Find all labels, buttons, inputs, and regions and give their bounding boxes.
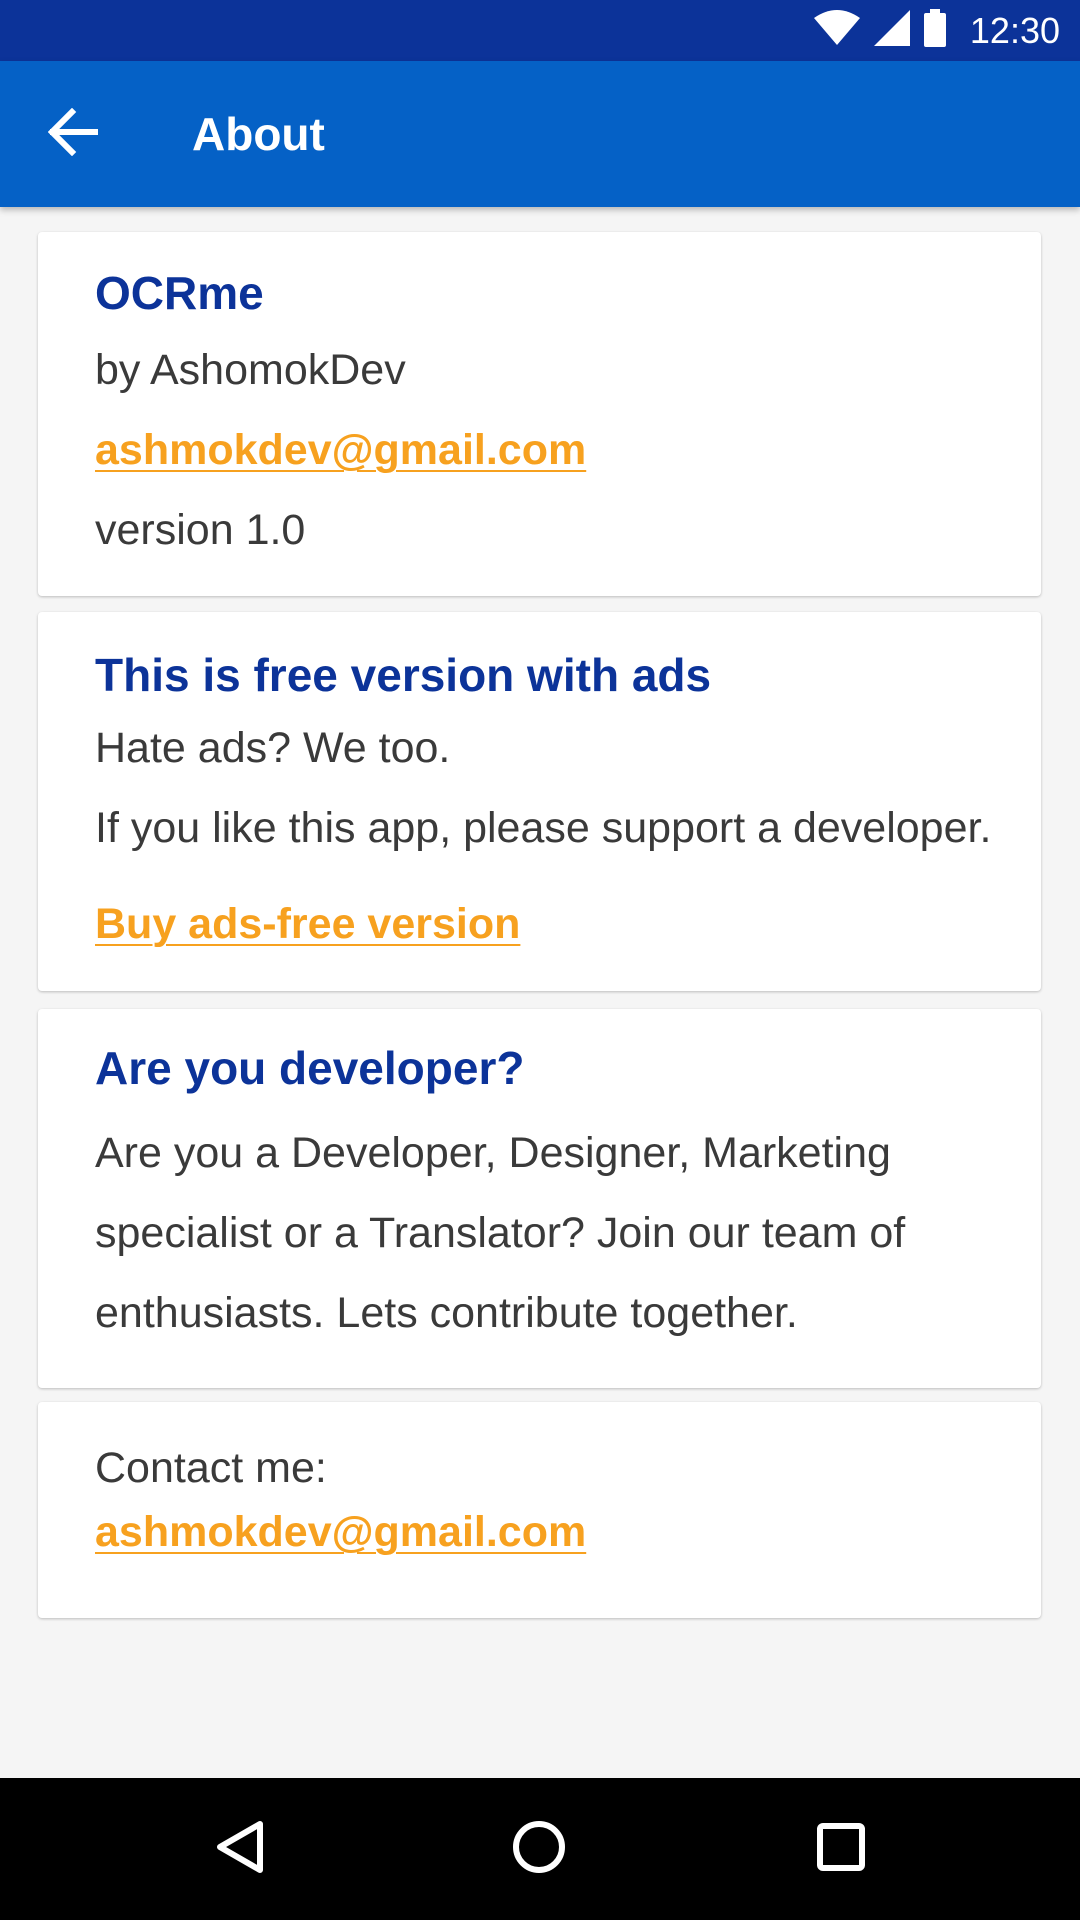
battery-icon	[923, 9, 946, 52]
recents-square-icon	[816, 1822, 866, 1877]
status-bar: 12:30	[0, 0, 1080, 61]
developer-card: Are you developer? Are you a Developer, …	[38, 1009, 1041, 1388]
contact-email-link[interactable]: ashmokdev@gmail.com	[95, 1508, 586, 1557]
nav-recents-button[interactable]	[771, 1778, 911, 1920]
nav-home-button[interactable]	[469, 1778, 609, 1920]
navigation-bar	[0, 1778, 1080, 1920]
buy-ads-free-link[interactable]: Buy ads-free version	[95, 900, 520, 949]
ads-line-2: If you like this app, please support a d…	[95, 804, 992, 852]
ads-line-1: Hate ads? We too.	[95, 724, 451, 772]
contact-card: Contact me: ashmokdev@gmail.com	[38, 1402, 1041, 1618]
app-info-card: OCRme by AshomokDev ashmokdev@gmail.com …	[38, 232, 1041, 596]
status-icons: 12:30	[813, 0, 1060, 61]
ads-heading: This is free version with ads	[95, 649, 712, 701]
app-name: OCRme	[95, 267, 264, 319]
developer-heading: Are you developer?	[95, 1042, 525, 1094]
page-title: About	[192, 108, 325, 160]
nav-back-button[interactable]	[170, 1778, 310, 1920]
home-circle-icon	[512, 1820, 566, 1879]
ads-card: This is free version with ads Hate ads? …	[38, 612, 1041, 991]
app-version: version 1.0	[95, 506, 306, 554]
developer-text: Are you a Developer, Designer, Marketing…	[95, 1129, 906, 1337]
back-button[interactable]	[28, 94, 118, 174]
status-time: 12:30	[969, 9, 1060, 51]
wifi-icon	[813, 10, 860, 51]
app-email-link[interactable]: ashmokdev@gmail.com	[95, 426, 586, 475]
app-bar: About	[0, 61, 1080, 207]
signal-icon	[873, 10, 910, 51]
back-triangle-icon	[215, 1820, 265, 1879]
app-author: by AshomokDev	[95, 346, 406, 394]
arrow-back-icon	[47, 107, 99, 161]
contact-label: Contact me:	[95, 1444, 327, 1492]
